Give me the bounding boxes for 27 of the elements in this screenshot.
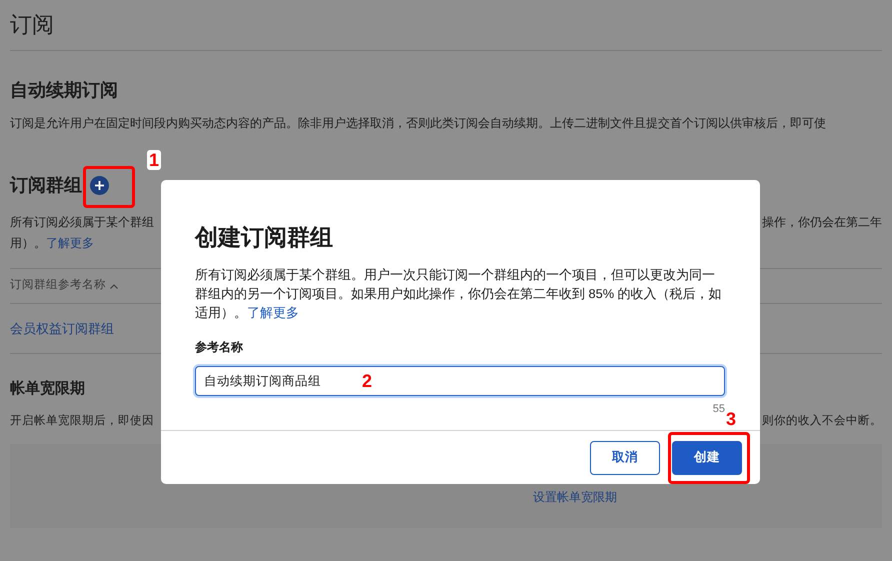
dialog-title: 创建订阅群组	[195, 223, 334, 252]
add-icon[interactable]	[90, 176, 109, 195]
description-text: 用）。	[10, 235, 46, 252]
annotation-number: 1	[147, 150, 162, 170]
cancel-button[interactable]: 取消	[590, 440, 660, 474]
section-heading: 订阅群组	[10, 174, 82, 197]
annotation-number: 3	[726, 408, 736, 430]
learn-more-link[interactable]: 了解更多	[46, 234, 94, 252]
column-header[interactable]: 订阅群组参考名称	[10, 277, 106, 295]
page-title: 订阅	[10, 11, 55, 39]
dialog-description: 所有订阅必须属于某个群组。用户一次只能订阅一个群组内的一个项目，但可以更改为同一群组内的另一个订阅项目。如果用户如此操作，你仍会在第二年收到 85% 的收入（税后，如适用）。了解更多	[195, 266, 723, 322]
section-heading: 自动续期订阅	[10, 79, 119, 102]
description-text: 则你的收入不会中断。	[762, 414, 882, 428]
group-link[interactable]: 会员权益订阅群组	[10, 318, 114, 338]
chevron-up-icon[interactable]	[110, 284, 118, 288]
annotation-box	[83, 166, 135, 208]
field-label: 参考名称	[195, 338, 244, 356]
section-heading: 帐单宽限期	[10, 379, 85, 399]
character-count: 55	[712, 402, 725, 416]
description-text: 订阅是允许用户在固定时间段内购买动态内容的产品。除非用户选择取消，否则此类订阅会自动续期。上传二进制文件且提交首个订阅以供审核后，即可使	[10, 115, 826, 132]
reference-name-field[interactable]: 自动续期订阅商品组 2	[195, 366, 725, 396]
description-text: 开启帐单宽限期后，即使因	[10, 413, 154, 428]
create-button[interactable]: 创建	[672, 440, 742, 474]
description-text: 所有订阅必须属于某个群组	[10, 214, 154, 231]
learn-more-link[interactable]: 了解更多	[247, 304, 299, 320]
description-text: 操作，你仍会在第二年	[762, 214, 882, 231]
annotation-number: 2	[362, 370, 372, 392]
